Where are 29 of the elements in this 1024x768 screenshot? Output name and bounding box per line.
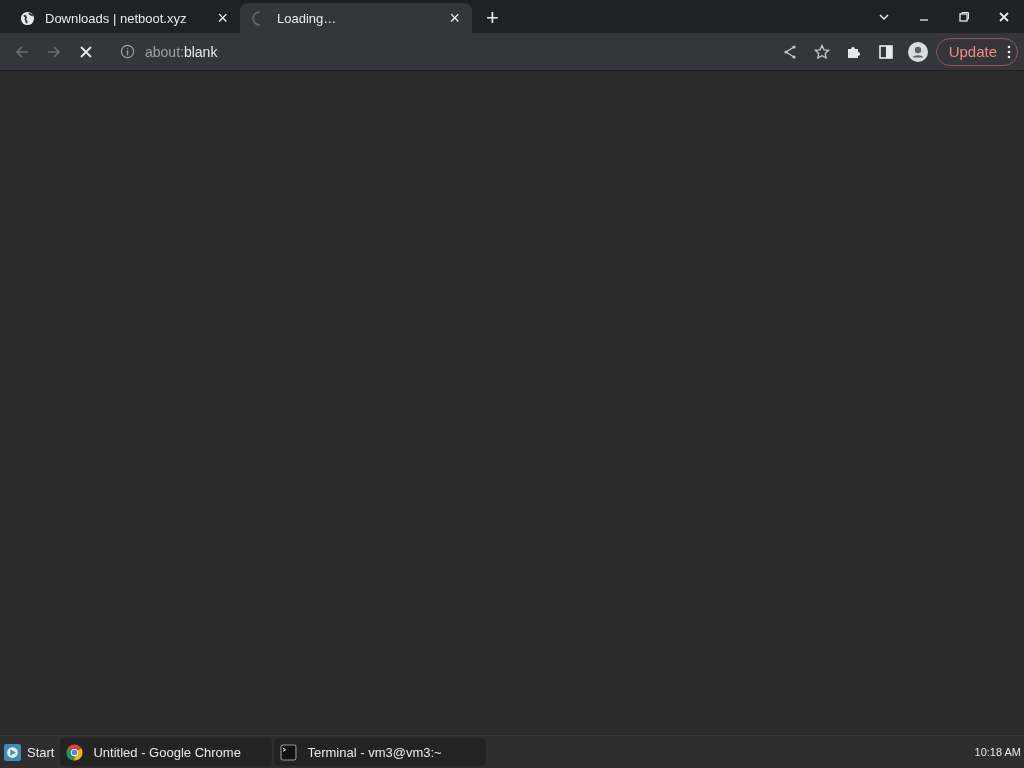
close-icon[interactable]: [998, 11, 1010, 23]
globe-icon: [20, 10, 35, 26]
taskbar-window-button[interactable]: Terminal - vm3@vm3:~: [274, 738, 487, 766]
info-icon: [120, 44, 135, 59]
clock: 10:18 AM: [974, 746, 1021, 758]
restore-icon[interactable]: [958, 11, 970, 23]
close-tab-button[interactable]: ×: [215, 9, 230, 27]
tab-title: Loading…: [277, 10, 338, 26]
close-tab-button[interactable]: ×: [447, 9, 462, 27]
forward-icon[interactable]: [46, 43, 62, 60]
browser-tab[interactable]: Loading… ×: [240, 3, 472, 33]
chrome-icon: [66, 743, 84, 761]
start-logo-icon: [4, 743, 21, 761]
new-tab-button[interactable]: +: [486, 7, 499, 29]
address-bar[interactable]: about:blank: [110, 36, 774, 67]
stop-icon[interactable]: [78, 43, 94, 60]
chevron-down-icon[interactable]: [878, 11, 890, 23]
star-icon[interactable]: [813, 43, 830, 60]
more-icon[interactable]: [1007, 44, 1011, 59]
back-icon[interactable]: [14, 43, 30, 60]
profile-avatar-icon[interactable]: [907, 41, 928, 62]
tab-title: Downloads | netboot.xyz: [45, 10, 188, 26]
browser-tab[interactable]: Downloads | netboot.xyz ×: [8, 3, 240, 33]
terminal-icon: [280, 743, 298, 761]
url-text: about:blank: [145, 43, 218, 60]
start-button[interactable]: Start: [0, 743, 61, 761]
spinner-icon: [252, 10, 260, 26]
side-panel-icon[interactable]: [877, 43, 894, 60]
taskbar-window-button[interactable]: Untitled - Google Chrome: [60, 738, 273, 766]
